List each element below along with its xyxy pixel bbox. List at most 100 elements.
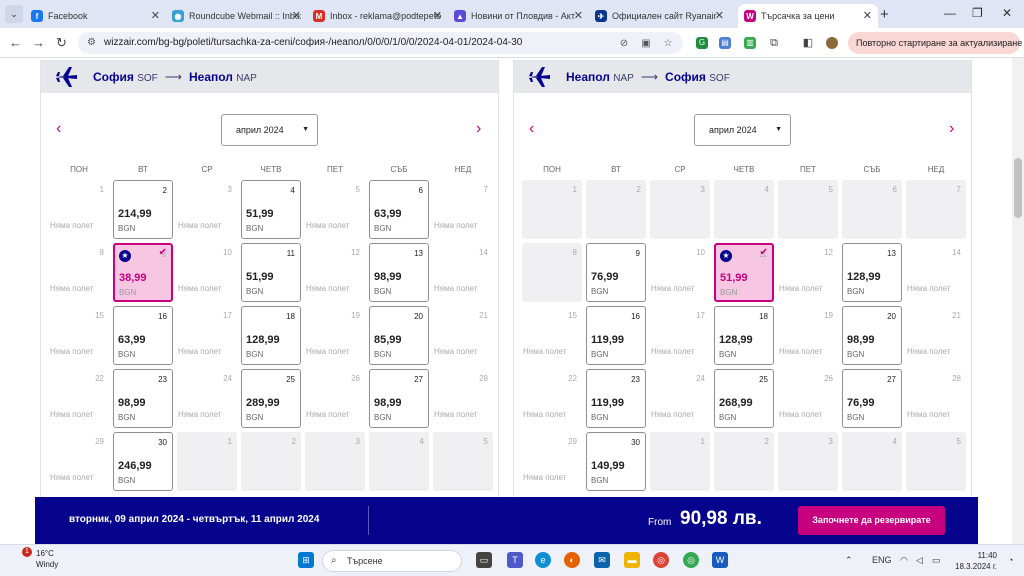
calendar-day-available[interactable]: 11 51,99 BGN (241, 243, 301, 302)
bookmark-star-icon[interactable]: ☆ (662, 38, 674, 50)
day-number: 4 (290, 186, 295, 195)
prev-month-arrow-icon[interactable]: ‹ (56, 120, 61, 138)
weekday-label: ВТ (611, 165, 621, 174)
tray-overflow-icon[interactable]: ⌃ (845, 555, 853, 566)
close-tab-icon[interactable]: ✕ (863, 9, 872, 22)
no-flight-label: Няма полет (178, 410, 222, 419)
calendar-day-available[interactable]: 4 51,99 BGN (241, 180, 301, 239)
taskbar-search[interactable]: ⌕ Търсене (322, 550, 462, 572)
close-window-button[interactable]: ✕ (1002, 6, 1012, 20)
calendar-day-available[interactable]: 27 76,99 BGN (842, 369, 902, 428)
relaunch-update-button[interactable]: Повторно стартиране за актуализиране (848, 32, 1022, 54)
tab[interactable]: ✈ Официален сайт Ryanair ✕ (589, 4, 730, 28)
grammarly-extension-icon[interactable]: G (696, 37, 708, 49)
firefox-icon[interactable]: ◐ (564, 552, 580, 568)
maximize-button[interactable]: ❐ (972, 6, 983, 20)
calendar-day-available[interactable]: 6 63,99 BGN (369, 180, 429, 239)
tab-search-button[interactable]: ⌄ (5, 5, 23, 23)
calendar-day-available[interactable]: 2 214,99 BGN (113, 180, 173, 239)
file-explorer-icon[interactable]: ▬ (624, 552, 640, 568)
wifi-icon[interactable]: ◠ (900, 555, 908, 566)
calendar-day-available[interactable]: 30 246,99 BGN (113, 432, 173, 491)
calendar-day-selected[interactable]: 11 51,99 BGN ★ ✔ (714, 243, 774, 302)
destination-code: NAP (236, 73, 257, 84)
weekday-label: ВТ (138, 165, 148, 174)
tab[interactable]: M Inbox - reklama@podtepeto ✕ (307, 4, 448, 28)
next-month-arrow-icon[interactable]: › (476, 120, 481, 138)
chrome-icon[interactable]: ◎ (653, 552, 669, 568)
notifications-bell-icon[interactable]: ◔ (1008, 555, 1013, 565)
mail-icon[interactable]: ✉ (594, 552, 610, 568)
calendar-day-selected[interactable]: 9 38,99 BGN ★ ✔ (113, 243, 173, 302)
forward-button[interactable]: → (32, 35, 45, 50)
calendar-day-available[interactable]: 23 119,99 BGN (586, 369, 646, 428)
windows-start-icon[interactable]: ⊞ (298, 552, 314, 568)
calendar-day-available[interactable]: 16 119,99 BGN (586, 306, 646, 365)
prev-month-arrow-icon[interactable]: ‹ (529, 120, 534, 138)
calendar-day-available[interactable]: 16 63,99 BGN (113, 306, 173, 365)
search-placeholder: Търсене (347, 556, 383, 566)
address-bar[interactable]: ⚙ wizzair.com/bg-bg/poleti/tursachka-za-… (78, 32, 683, 54)
close-tab-icon[interactable]: ✕ (715, 9, 724, 22)
install-app-icon[interactable]: ▣ (640, 38, 652, 50)
back-button[interactable]: ← (9, 35, 22, 50)
tab[interactable]: ◉ Roundcube Webmail :: Inbox ✕ (166, 4, 307, 28)
fare-price: 98,99 (374, 397, 402, 409)
calendar-day-available[interactable]: 9 76,99 BGN (586, 243, 646, 302)
task-view-icon[interactable]: ▭ (476, 552, 492, 568)
close-tab-icon[interactable]: ✕ (151, 9, 160, 22)
calendar-day-available[interactable]: 18 128,99 BGN (714, 306, 774, 365)
chevron-down-icon: ▼ (302, 126, 309, 133)
edge-icon[interactable]: e (535, 552, 551, 568)
close-tab-icon[interactable]: ✕ (433, 9, 442, 22)
month-select[interactable]: април 2024 ▼ (221, 114, 318, 146)
calendar-day-available[interactable]: 13 98,99 BGN (369, 243, 429, 302)
calendar-day-available[interactable]: 20 85,99 BGN (369, 306, 429, 365)
tab[interactable]: f Facebook ✕ (25, 4, 166, 28)
volume-icon[interactable]: ◁ (916, 555, 923, 566)
tab[interactable]: W Търсачка за цени ✕ (738, 4, 878, 28)
calendar-day-available[interactable]: 27 98,99 BGN (369, 369, 429, 428)
fare-currency: BGN (591, 413, 609, 422)
weather-widget[interactable]: 16°C Windy (10, 548, 58, 570)
day-number: 3 (828, 437, 833, 446)
scrollbar-thumb[interactable] (1014, 158, 1022, 218)
profile-avatar[interactable] (826, 37, 838, 49)
start-booking-button[interactable]: Започнете да резервирате (798, 506, 945, 535)
day-number: 1 (99, 185, 104, 194)
word-icon[interactable]: W (712, 552, 728, 568)
eye-off-icon[interactable]: ⊘ (618, 38, 630, 50)
extension-icon[interactable]: ▥ (744, 37, 756, 49)
calendar-day-available[interactable]: 18 128,99 BGN (241, 306, 301, 365)
calendar-day-available[interactable]: 20 98,99 BGN (842, 306, 902, 365)
close-tab-icon[interactable]: ✕ (574, 9, 583, 22)
fare-price: 149,99 (591, 460, 625, 472)
side-panel-icon[interactable]: ◧ (802, 37, 814, 49)
battery-icon[interactable]: ▭ (932, 555, 941, 566)
minimize-button[interactable]: — (944, 6, 956, 20)
tab[interactable]: ▲ Новини от Пловдив - Акт ✕ (448, 4, 589, 28)
close-tab-icon[interactable]: ✕ (292, 9, 301, 22)
calendar-day-available[interactable]: 23 98,99 BGN (113, 369, 173, 428)
calendar-day-available[interactable]: 25 289,99 BGN (241, 369, 301, 428)
calendar-day-available[interactable]: 30 149,99 BGN (586, 432, 646, 491)
extension-icon[interactable]: ▤ (719, 37, 731, 49)
language-indicator[interactable]: ENG (872, 555, 892, 565)
calendar-day-no-flight: 14 Няма полет (906, 243, 966, 302)
wizzair-icon: W (744, 10, 756, 22)
next-month-arrow-icon[interactable]: › (949, 120, 954, 138)
fare-currency: BGN (118, 476, 136, 485)
extensions-puzzle-icon[interactable]: ⧉ (768, 37, 780, 49)
calendar-day-available[interactable]: 25 268,99 BGN (714, 369, 774, 428)
month-select[interactable]: април 2024 ▼ (694, 114, 791, 146)
chrome-profile-icon[interactable]: ◎ (683, 552, 699, 568)
page-scrollbar[interactable] (1012, 58, 1024, 544)
new-tab-button[interactable]: + (880, 6, 889, 23)
system-clock[interactable]: 11:40 18.3.2024 г. (947, 550, 997, 572)
site-info-icon[interactable]: ⚙ (87, 32, 96, 54)
fare-price: 246,99 (118, 460, 152, 472)
teams-icon[interactable]: T (507, 552, 523, 568)
calendar-day-available[interactable]: 13 128,99 BGN (842, 243, 902, 302)
left-margin (0, 58, 35, 544)
reload-button[interactable]: ↻ (56, 35, 67, 51)
